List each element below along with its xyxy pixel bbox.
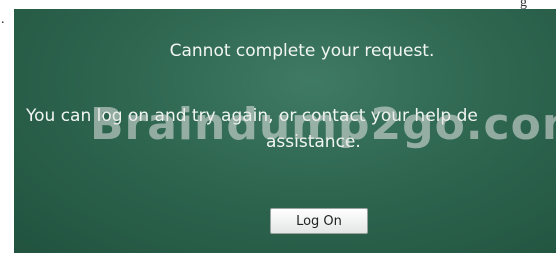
error-message-line-2: assistance. — [266, 132, 361, 152]
error-message-line-1: You can log on and try again, or contact… — [26, 106, 478, 126]
page: . g Cannot complete your request. You ca… — [0, 0, 556, 253]
document-list-marker: . — [1, 12, 5, 27]
error-title: Cannot complete your request. — [169, 41, 435, 61]
error-dialog-panel: Cannot complete your request. You can lo… — [14, 9, 556, 253]
log-on-button[interactable]: Log On — [270, 208, 368, 234]
